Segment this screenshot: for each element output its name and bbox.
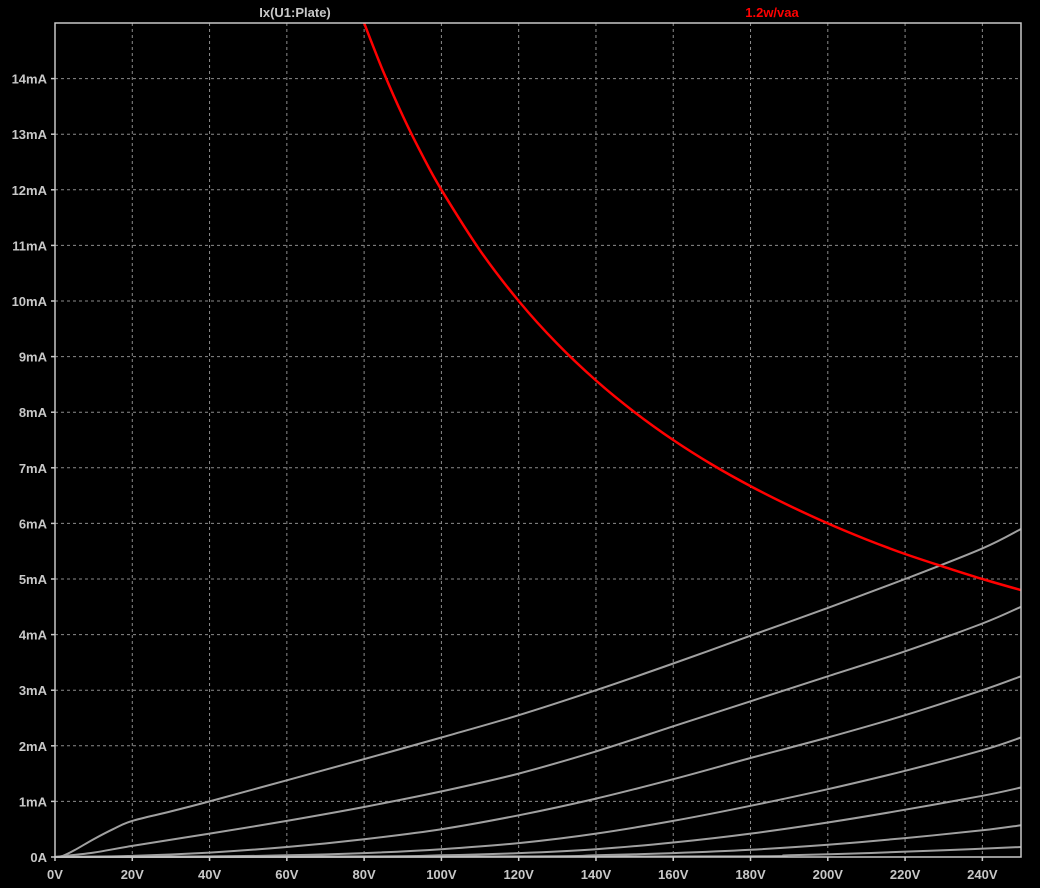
y-tick-label: 1mA xyxy=(19,794,48,809)
x-tick-label: 180V xyxy=(735,867,766,882)
x-tick-label: 20V xyxy=(121,867,144,882)
y-tick-label: 6mA xyxy=(19,516,48,531)
chart-svg: 0V 20V 40V 60V 80V 100V 120V 140V 160V 180V 200V 22… xyxy=(0,0,1040,888)
x-tick-label: 60V xyxy=(275,867,298,882)
x-tick-label: 80V xyxy=(353,867,376,882)
x-tick-label: 120V xyxy=(503,867,534,882)
y-tick-label: 12mA xyxy=(12,183,48,198)
y-tick-label: 0A xyxy=(30,850,47,865)
chart-background xyxy=(0,0,1040,888)
legend-power-limit: 1.2w/vaa xyxy=(745,5,799,20)
y-tick-label: 7mA xyxy=(19,461,48,476)
legend-plate-current: Ix(U1:Plate) xyxy=(259,5,331,20)
y-tick-label: 4mA xyxy=(19,628,48,643)
y-tick-label: 9mA xyxy=(19,350,48,365)
x-tick-label: 240V xyxy=(967,867,998,882)
y-tick-label: 5mA xyxy=(19,572,48,587)
y-tick-label: 14mA xyxy=(12,72,48,87)
x-tick-label: 140V xyxy=(581,867,612,882)
x-tick-label: 100V xyxy=(426,867,457,882)
y-tick-label: 10mA xyxy=(12,294,48,309)
x-tick-label: 0V xyxy=(47,867,63,882)
y-tick-label: 13mA xyxy=(12,127,48,142)
x-tick-label: 160V xyxy=(658,867,689,882)
x-tick-label: 40V xyxy=(198,867,221,882)
y-tick-label: 3mA xyxy=(19,683,48,698)
y-tick-label: 8mA xyxy=(19,405,48,420)
x-tick-label: 200V xyxy=(813,867,844,882)
y-tick-label: 2mA xyxy=(19,739,48,754)
x-tick-label: 220V xyxy=(890,867,921,882)
y-tick-label: 11mA xyxy=(12,238,47,253)
